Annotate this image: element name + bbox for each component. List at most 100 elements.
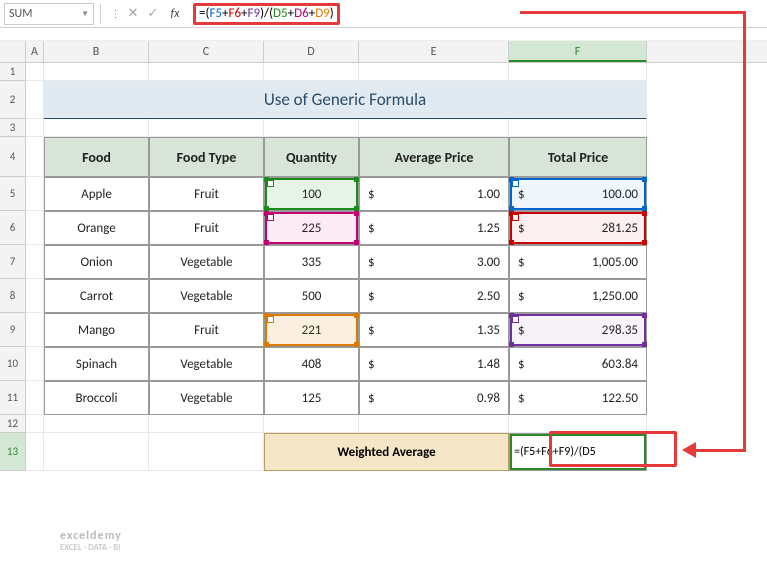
table-cell-food[interactable]: Spinach xyxy=(44,347,149,381)
cell[interactable] xyxy=(359,63,509,81)
col-header-D[interactable]: D xyxy=(264,41,359,62)
cell[interactable] xyxy=(26,81,44,119)
cell[interactable] xyxy=(26,347,44,381)
cell[interactable] xyxy=(149,63,264,81)
table-cell-type[interactable]: Vegetable xyxy=(149,347,264,381)
cell[interactable] xyxy=(26,119,44,137)
col-header-F[interactable]: F xyxy=(509,41,647,62)
cell[interactable] xyxy=(509,119,647,137)
cell[interactable] xyxy=(26,313,44,347)
table-cell-avg[interactable]: $1.25 xyxy=(359,211,509,245)
table-cell-total[interactable]: $603.84 xyxy=(509,347,647,381)
table-cell-avg[interactable]: $1.35 xyxy=(359,313,509,347)
grip-icon: ⋮ xyxy=(107,7,123,20)
weighted-avg-text: Weighted Average xyxy=(337,445,435,460)
row-header-2[interactable]: 2 xyxy=(0,81,26,119)
table-cell-total[interactable]: $1,250.00 xyxy=(509,279,647,313)
table-cell-qty[interactable]: 408 xyxy=(264,347,359,381)
table-cell-food[interactable]: Onion xyxy=(44,245,149,279)
table-cell-qty[interactable]: 100 xyxy=(264,177,359,211)
col-header-B[interactable]: B xyxy=(44,41,149,62)
cell[interactable] xyxy=(149,433,264,471)
table-cell-total[interactable]: $298.35 xyxy=(509,313,647,347)
col-header-E[interactable]: E xyxy=(359,41,509,62)
row-header-6[interactable]: 6 xyxy=(0,211,26,245)
cell[interactable] xyxy=(26,279,44,313)
row-header-11[interactable]: 11 xyxy=(0,381,26,415)
cell[interactable] xyxy=(359,415,509,433)
row-header-8[interactable]: 8 xyxy=(0,279,26,313)
th-type[interactable]: Food Type xyxy=(149,137,264,177)
cell[interactable] xyxy=(26,63,44,81)
th-qty[interactable]: Quantity xyxy=(264,137,359,177)
row-header-1[interactable]: 1 xyxy=(0,63,26,81)
th-total[interactable]: Total Price xyxy=(509,137,647,177)
worksheet-grid[interactable]: A B C D E F 1 2 Use of Generic Formula 3 xyxy=(0,41,767,563)
table-cell-total[interactable]: $100.00 xyxy=(509,177,647,211)
table-cell-qty[interactable]: 500 xyxy=(264,279,359,313)
cell[interactable] xyxy=(264,63,359,81)
row-header-9[interactable]: 9 xyxy=(0,313,26,347)
table-cell-food[interactable]: Carrot xyxy=(44,279,149,313)
cell[interactable] xyxy=(149,415,264,433)
confirm-icon[interactable]: ✓ xyxy=(143,6,163,21)
cell[interactable] xyxy=(44,119,149,137)
table-cell-total[interactable]: $1,005.00 xyxy=(509,245,647,279)
th-food[interactable]: Food xyxy=(44,137,149,177)
col-header-A[interactable]: A xyxy=(26,41,44,62)
table-cell-food[interactable]: Mango xyxy=(44,313,149,347)
th-avg[interactable]: Average Price xyxy=(359,137,509,177)
cell[interactable] xyxy=(26,211,44,245)
table-cell-avg[interactable]: $1.00 xyxy=(359,177,509,211)
table-cell-type[interactable]: Vegetable xyxy=(149,381,264,415)
col-header-C[interactable]: C xyxy=(149,41,264,62)
table-cell-avg[interactable]: $2.50 xyxy=(359,279,509,313)
select-all-corner[interactable] xyxy=(0,41,26,62)
table-cell-type[interactable]: Fruit xyxy=(149,313,264,347)
cancel-icon[interactable]: ✕ xyxy=(123,6,143,21)
table-cell-qty[interactable]: 335 xyxy=(264,245,359,279)
table-cell-type[interactable]: Vegetable xyxy=(149,279,264,313)
cell[interactable] xyxy=(26,137,44,177)
table-cell-type[interactable]: Fruit xyxy=(149,177,264,211)
table-cell-total[interactable]: $281.25 xyxy=(509,211,647,245)
table-cell-qty[interactable]: 125 xyxy=(264,381,359,415)
table-cell-qty[interactable]: 225 xyxy=(264,211,359,245)
cell[interactable] xyxy=(44,63,149,81)
cell[interactable] xyxy=(26,415,44,433)
name-box-value: SUM xyxy=(9,7,32,21)
table-cell-total[interactable]: $122.50 xyxy=(509,381,647,415)
row-header-3[interactable]: 3 xyxy=(0,119,26,137)
cell[interactable] xyxy=(149,119,264,137)
cell[interactable] xyxy=(26,177,44,211)
cell[interactable] xyxy=(509,63,647,81)
row-header-4[interactable]: 4 xyxy=(0,137,26,177)
table-cell-food[interactable]: Apple xyxy=(44,177,149,211)
name-box[interactable]: SUM ▼ xyxy=(4,3,94,25)
table-cell-food[interactable]: Broccoli xyxy=(44,381,149,415)
table-cell-qty[interactable]: 221 xyxy=(264,313,359,347)
cell[interactable] xyxy=(44,433,149,471)
table-cell-avg[interactable]: $0.98 xyxy=(359,381,509,415)
row-header-7[interactable]: 7 xyxy=(0,245,26,279)
table-cell-food[interactable]: Orange xyxy=(44,211,149,245)
row-header-12[interactable]: 12 xyxy=(0,415,26,433)
row-header-5[interactable]: 5 xyxy=(0,177,26,211)
table-cell-type[interactable]: Vegetable xyxy=(149,245,264,279)
cell[interactable] xyxy=(26,381,44,415)
cell[interactable] xyxy=(359,119,509,137)
table-cell-avg[interactable]: $3.00 xyxy=(359,245,509,279)
cell[interactable] xyxy=(264,119,359,137)
table-cell-avg[interactable]: $1.48 xyxy=(359,347,509,381)
weighted-avg-label[interactable]: Weighted Average xyxy=(264,433,509,471)
cell[interactable] xyxy=(264,415,359,433)
fx-icon[interactable]: fx xyxy=(163,7,187,21)
table-cell-type[interactable]: Fruit xyxy=(149,211,264,245)
cell[interactable] xyxy=(26,433,44,471)
dropdown-caret-icon[interactable]: ▼ xyxy=(81,9,89,19)
cell[interactable] xyxy=(44,415,149,433)
title-cell[interactable]: Use of Generic Formula xyxy=(44,81,647,119)
row-header-13[interactable]: 13 xyxy=(0,433,26,471)
cell[interactable] xyxy=(26,245,44,279)
row-header-10[interactable]: 10 xyxy=(0,347,26,381)
